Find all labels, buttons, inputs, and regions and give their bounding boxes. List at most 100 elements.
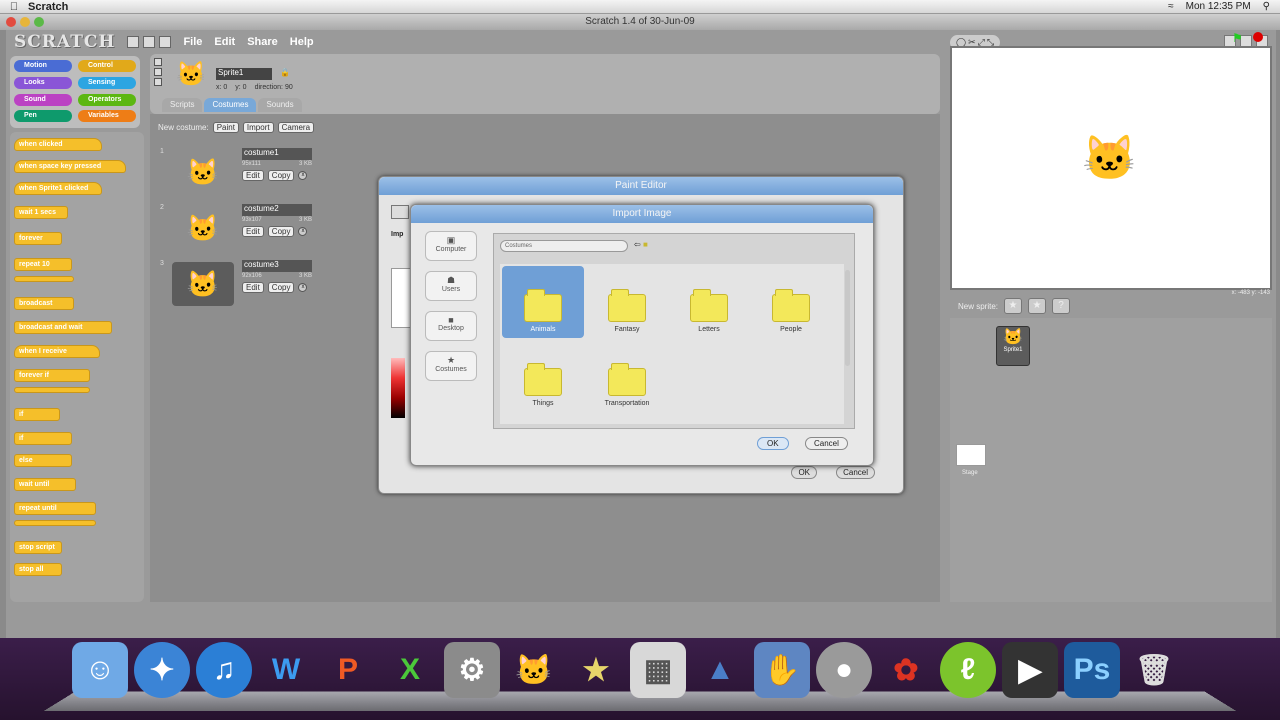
copy-button[interactable]: Copy — [267, 226, 295, 237]
category-motion[interactable]: Motion — [14, 60, 72, 72]
delete-costume-icon[interactable]: x — [298, 171, 308, 180]
flash-icon[interactable]: ✿ — [878, 642, 934, 698]
spotlight-icon[interactable]: ⚲ — [1263, 1, 1270, 12]
random-sprite-icon[interactable]: ? — [1052, 298, 1071, 314]
powerpoint-icon[interactable]: P — [320, 642, 376, 698]
import-ok-button[interactable]: OK — [757, 437, 789, 450]
category-operators[interactable]: Operators — [78, 93, 136, 106]
costume-thumbnail[interactable]: 🐱 — [172, 206, 234, 250]
folder-item[interactable]: Fantasy — [586, 266, 668, 338]
shortcut-users[interactable]: ☗ Users — [425, 271, 477, 301]
shortcut-costumes[interactable]: ★ Costumes — [425, 351, 477, 381]
stage[interactable]: 🐱 — [950, 46, 1272, 290]
delete-costume-icon[interactable]: x — [298, 227, 308, 236]
block-repeat-until[interactable]: repeat until — [14, 502, 96, 515]
paint-new-sprite-icon[interactable]: ★ — [1004, 298, 1023, 314]
stage-tile[interactable] — [956, 444, 986, 466]
paint-button[interactable]: Paint — [212, 122, 239, 133]
lock-icon[interactable]: 🔒 — [280, 68, 290, 77]
costume-item[interactable]: 2 🐱 costume2 93x107 3 KB Edit Copy x — [158, 204, 338, 254]
copy-button[interactable]: Copy — [267, 282, 295, 293]
finder-icon[interactable]: ☺ — [72, 642, 128, 698]
tab-scripts[interactable]: Scripts — [162, 98, 203, 112]
final-cut-icon[interactable]: ▶ — [1002, 642, 1058, 698]
block-if-else[interactable]: if — [14, 432, 72, 445]
delete-costume-icon[interactable]: x — [298, 283, 308, 292]
itunes-icon[interactable]: ♫ — [196, 642, 252, 698]
safari-icon[interactable]: ✦ — [134, 642, 190, 698]
folder-item[interactable]: Things — [502, 340, 584, 412]
block-when-i-receive[interactable]: when I receive — [14, 345, 100, 358]
scratch-icon[interactable]: 🐱 — [506, 642, 562, 698]
block-forever[interactable]: forever — [14, 232, 62, 245]
new-folder-icon[interactable]: ■ — [643, 240, 648, 249]
color-palette[interactable] — [391, 358, 405, 418]
tool-palette[interactable] — [391, 268, 411, 328]
imovie-icon[interactable]: ★ — [568, 642, 624, 698]
edit-button[interactable]: Edit — [242, 170, 264, 181]
folder-item[interactable]: Letters — [668, 266, 750, 338]
photoshop-icon[interactable]: Ps — [1064, 642, 1120, 698]
up-folder-icon[interactable]: ⇦ — [634, 240, 641, 249]
system-preferences-icon[interactable]: ⚙ — [444, 642, 500, 698]
block-when-flag-clicked[interactable]: when clicked — [14, 138, 102, 151]
close-window-button[interactable] — [6, 17, 16, 27]
block-stop-all[interactable]: stop all — [14, 563, 62, 576]
block-stop-script[interactable]: stop script — [14, 541, 62, 554]
costume-thumbnail[interactable]: 🐱 — [172, 262, 234, 306]
excel-icon[interactable]: X — [382, 642, 438, 698]
folder-item[interactable]: People — [750, 266, 832, 338]
costume-name-field[interactable]: costume3 — [242, 260, 312, 272]
import-cancel-button[interactable]: Cancel — [805, 437, 848, 450]
tab-costumes[interactable]: Costumes — [204, 98, 257, 112]
category-pen[interactable]: Pen — [14, 110, 72, 123]
stop-sign-icon[interactable] — [1253, 32, 1263, 42]
edit-button[interactable]: Edit — [242, 282, 264, 293]
share-icon[interactable] — [159, 36, 172, 48]
block-forever-if[interactable]: forever if — [14, 369, 90, 382]
costume-thumbnail[interactable]: 🐱 — [172, 150, 234, 194]
import-button[interactable]: Import — [242, 122, 274, 133]
path-dropdown[interactable]: Costumes — [500, 240, 628, 252]
wifi-icon[interactable]: ≈ — [1168, 1, 1174, 12]
costume-item[interactable]: 1 🐱 costume1 95x111 3 KB Edit Copy x — [158, 148, 338, 198]
folder-item[interactable]: Transportation — [586, 340, 668, 412]
menu-file[interactable]: File — [183, 36, 202, 48]
flip-icon[interactable] — [154, 68, 162, 76]
trash-icon[interactable]: 🗑 — [1126, 642, 1182, 698]
block-wait-until[interactable]: wait until — [14, 478, 76, 491]
costume-name-field[interactable]: costume2 — [242, 204, 312, 216]
edit-button[interactable]: Edit — [242, 226, 264, 237]
block-if[interactable]: if — [14, 408, 60, 421]
app-menu[interactable]: Scratch — [28, 1, 68, 13]
grow-canvas-icon[interactable] — [391, 205, 409, 219]
category-looks[interactable]: Looks — [14, 76, 72, 89]
word-icon[interactable]: W — [258, 642, 314, 698]
tab-sounds[interactable]: Sounds — [258, 98, 302, 112]
paint-editor-cancel-button[interactable]: Cancel — [836, 466, 875, 479]
menu-share[interactable]: Share — [247, 36, 278, 48]
shortcut-computer[interactable]: ▣ Computer — [425, 231, 477, 261]
costume-name-field[interactable]: costume1 — [242, 148, 312, 160]
camera-button[interactable]: Camera — [277, 122, 315, 133]
clock[interactable]: Mon 12:35 PM — [1186, 1, 1251, 12]
green-flag-icon[interactable]: ⚑ — [1232, 31, 1243, 45]
choose-sprite-file-icon[interactable]: ★ — [1028, 298, 1047, 314]
sprite-name-field[interactable]: Sprite1 — [216, 68, 272, 80]
globe-icon[interactable] — [127, 36, 140, 48]
category-variables[interactable]: Variables — [78, 110, 136, 123]
minimize-window-button[interactable] — [20, 17, 30, 27]
scrollbar[interactable] — [845, 270, 850, 366]
shortcut-desktop[interactable]: ■ Desktop — [425, 311, 477, 341]
copy-button[interactable]: Copy — [267, 170, 295, 181]
category-control[interactable]: Control — [78, 60, 136, 72]
save-icon[interactable] — [143, 36, 156, 48]
block-repeat[interactable]: repeat 10 — [14, 258, 72, 271]
zoom-window-button[interactable] — [34, 17, 44, 27]
paint-editor-ok-button[interactable]: OK — [791, 466, 817, 479]
apple-icon[interactable]:  — [0, 1, 28, 13]
capture-icon[interactable]: ✋ — [754, 642, 810, 698]
block-when-key-pressed[interactable]: when space key pressed — [14, 160, 126, 173]
calculator-icon[interactable]: ▦ — [630, 642, 686, 698]
cat-sprite-icon[interactable]: 🐱 — [1082, 132, 1137, 184]
